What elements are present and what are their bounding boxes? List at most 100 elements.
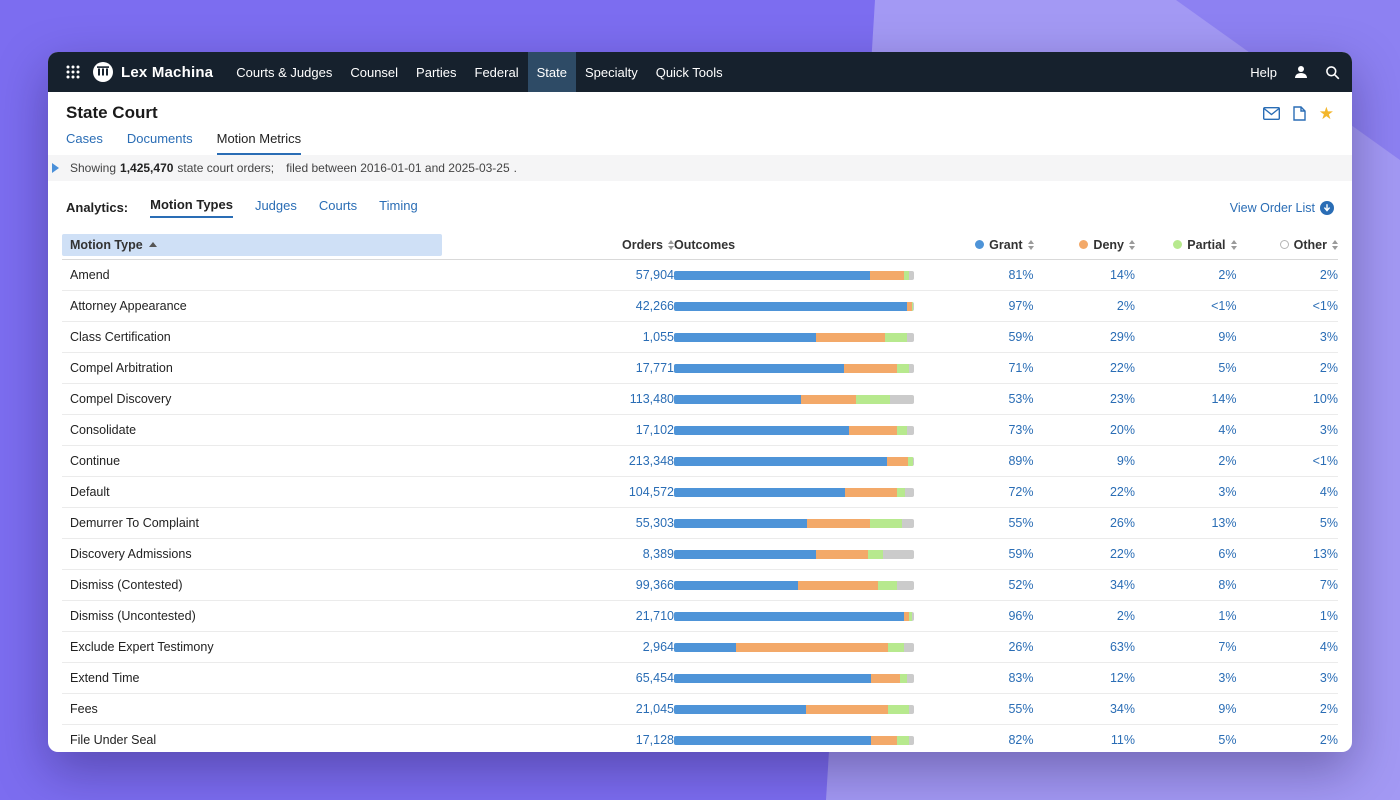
partial-pct-link[interactable]: 3% [1218, 485, 1236, 499]
other-pct-link[interactable]: 3% [1320, 423, 1338, 437]
other-pct-link[interactable]: 10% [1313, 392, 1338, 406]
partial-pct-link[interactable]: 9% [1218, 702, 1236, 716]
nav-item-state[interactable]: State [528, 52, 576, 92]
column-other[interactable]: Other [1237, 238, 1339, 252]
orders-count-link[interactable]: 8,389 [643, 547, 674, 561]
deny-pct-link[interactable]: 14% [1110, 268, 1135, 282]
partial-pct-link[interactable]: 3% [1218, 671, 1236, 685]
orders-count-link[interactable]: 113,480 [630, 392, 674, 406]
partial-pct-link[interactable]: <1% [1211, 299, 1236, 313]
grant-pct-link[interactable]: 26% [1008, 640, 1033, 654]
orders-count-link[interactable]: 99,366 [636, 578, 674, 592]
motion-type-cell[interactable]: Discovery Admissions [62, 547, 442, 561]
document-export-icon[interactable] [1293, 106, 1306, 121]
partial-pct-link[interactable]: 9% [1218, 330, 1236, 344]
partial-pct-link[interactable]: 5% [1218, 733, 1236, 747]
orders-count-link[interactable]: 55,303 [636, 516, 674, 530]
analytics-tab-motion-types[interactable]: Motion Types [150, 197, 233, 218]
grant-pct-link[interactable]: 59% [1008, 547, 1033, 561]
grant-pct-link[interactable]: 52% [1008, 578, 1033, 592]
orders-count-link[interactable]: 57,904 [636, 268, 674, 282]
grant-pct-link[interactable]: 81% [1008, 268, 1033, 282]
other-pct-link[interactable]: 2% [1320, 733, 1338, 747]
nav-item-federal[interactable]: Federal [466, 52, 528, 92]
partial-pct-link[interactable]: 8% [1218, 578, 1236, 592]
tab-motion-metrics[interactable]: Motion Metrics [217, 131, 302, 155]
other-pct-link[interactable]: 3% [1320, 671, 1338, 685]
orders-count-link[interactable]: 17,771 [636, 361, 674, 375]
grant-pct-link[interactable]: 55% [1008, 516, 1033, 530]
deny-pct-link[interactable]: 23% [1110, 392, 1135, 406]
help-link[interactable]: Help [1250, 65, 1277, 80]
other-pct-link[interactable]: 2% [1320, 268, 1338, 282]
grant-pct-link[interactable]: 59% [1008, 330, 1033, 344]
analytics-tab-courts[interactable]: Courts [319, 198, 357, 217]
motion-type-cell[interactable]: Continue [62, 454, 442, 468]
other-pct-link[interactable]: 3% [1320, 330, 1338, 344]
outcomes-stacked-bar[interactable] [674, 581, 914, 590]
outcomes-stacked-bar[interactable] [674, 519, 914, 528]
deny-pct-link[interactable]: 34% [1110, 578, 1135, 592]
column-deny[interactable]: Deny [1034, 238, 1136, 252]
deny-pct-link[interactable]: 2% [1117, 299, 1135, 313]
outcomes-stacked-bar[interactable] [674, 674, 914, 683]
grant-pct-link[interactable]: 82% [1008, 733, 1033, 747]
other-pct-link[interactable]: 2% [1320, 702, 1338, 716]
deny-pct-link[interactable]: 26% [1110, 516, 1135, 530]
deny-pct-link[interactable]: 11% [1111, 733, 1135, 747]
column-partial[interactable]: Partial [1135, 238, 1237, 252]
motion-type-cell[interactable]: Consolidate [62, 423, 442, 437]
grant-pct-link[interactable]: 97% [1008, 299, 1033, 313]
motion-type-cell[interactable]: Dismiss (Contested) [62, 578, 442, 592]
orders-count-link[interactable]: 104,572 [629, 485, 674, 499]
other-pct-link[interactable]: 5% [1320, 516, 1338, 530]
motion-type-cell[interactable]: Attorney Appearance [62, 299, 442, 313]
motion-type-cell[interactable]: Compel Arbitration [62, 361, 442, 375]
other-pct-link[interactable]: 13% [1313, 547, 1338, 561]
outcomes-stacked-bar[interactable] [674, 395, 914, 404]
tab-documents[interactable]: Documents [127, 131, 193, 155]
nav-item-counsel[interactable]: Counsel [341, 52, 407, 92]
sort-motion-type[interactable]: Motion Type [62, 234, 442, 256]
deny-pct-link[interactable]: 20% [1110, 423, 1135, 437]
orders-count-link[interactable]: 1,055 [643, 330, 674, 344]
outcomes-stacked-bar[interactable] [674, 364, 914, 373]
outcomes-stacked-bar[interactable] [674, 612, 914, 621]
partial-pct-link[interactable]: 14% [1211, 392, 1236, 406]
orders-count-link[interactable]: 42,266 [636, 299, 674, 313]
partial-pct-link[interactable]: 1% [1218, 609, 1236, 623]
other-pct-link[interactable]: 4% [1320, 640, 1338, 654]
deny-pct-link[interactable]: 9% [1117, 454, 1135, 468]
lex-machina-logo[interactable]: Lex Machina [92, 61, 213, 83]
grant-pct-link[interactable]: 89% [1008, 454, 1033, 468]
nav-item-courts-judges[interactable]: Courts & Judges [227, 52, 341, 92]
motion-type-cell[interactable]: Fees [62, 702, 442, 716]
favorite-star-icon[interactable]: ★ [1319, 105, 1334, 122]
column-grant[interactable]: Grant [932, 238, 1034, 252]
deny-pct-link[interactable]: 22% [1110, 361, 1135, 375]
motion-type-cell[interactable]: Demurrer To Complaint [62, 516, 442, 530]
outcomes-stacked-bar[interactable] [674, 333, 914, 342]
outcomes-stacked-bar[interactable] [674, 550, 914, 559]
other-pct-link[interactable]: 1% [1320, 609, 1338, 623]
column-orders[interactable]: Orders [442, 238, 674, 252]
grant-pct-link[interactable]: 73% [1008, 423, 1033, 437]
search-icon[interactable] [1325, 65, 1340, 80]
other-pct-link[interactable]: 2% [1320, 361, 1338, 375]
grant-pct-link[interactable]: 83% [1008, 671, 1033, 685]
other-pct-link[interactable]: 4% [1320, 485, 1338, 499]
user-account-icon[interactable] [1293, 64, 1309, 80]
partial-pct-link[interactable]: 6% [1218, 547, 1236, 561]
grant-pct-link[interactable]: 55% [1008, 702, 1033, 716]
nav-item-specialty[interactable]: Specialty [576, 52, 647, 92]
partial-pct-link[interactable]: 2% [1218, 268, 1236, 282]
outcomes-stacked-bar[interactable] [674, 488, 914, 497]
motion-type-cell[interactable]: Dismiss (Uncontested) [62, 609, 442, 623]
deny-pct-link[interactable]: 34% [1110, 702, 1135, 716]
deny-pct-link[interactable]: 12% [1110, 671, 1135, 685]
outcomes-stacked-bar[interactable] [674, 426, 914, 435]
motion-type-cell[interactable]: Exclude Expert Testimony [62, 640, 442, 654]
other-pct-link[interactable]: <1% [1313, 454, 1338, 468]
nav-item-parties[interactable]: Parties [407, 52, 465, 92]
collapse-arrow-icon[interactable] [52, 163, 59, 173]
